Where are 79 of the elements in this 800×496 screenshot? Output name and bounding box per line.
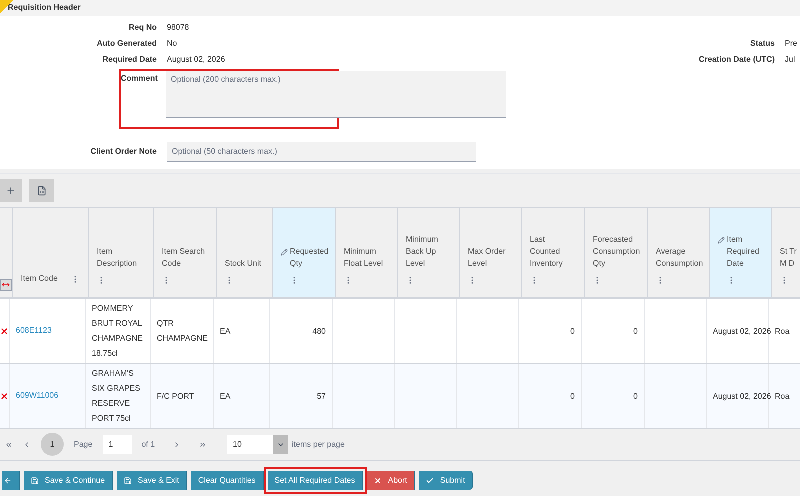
column-header[interactable]: Requested Qty <box>273 208 336 297</box>
field-value: 98078 <box>167 22 190 34</box>
page-count: of 1 <box>142 438 156 450</box>
item-code-link[interactable]: 608E1123 <box>16 325 52 337</box>
field-label: Status <box>750 38 775 50</box>
page-size-label: items per page <box>292 438 345 450</box>
plus-icon <box>6 186 16 196</box>
page-label: Page <box>74 438 93 450</box>
table-cell-text: EA <box>220 326 231 338</box>
column-header[interactable]: Item Required Date <box>710 208 772 297</box>
field-label: Client Order Note <box>90 146 157 158</box>
field-label: Comment <box>121 73 157 85</box>
client-order-note-field[interactable]: Optional (50 characters max.) <box>167 142 476 162</box>
previous-page-icon[interactable] <box>23 440 31 448</box>
resize-columns-button[interactable] <box>0 279 12 291</box>
back-arrow-icon <box>4 476 12 484</box>
first-page-icon[interactable] <box>5 440 13 448</box>
delete-row-icon[interactable] <box>0 326 9 336</box>
close-icon <box>374 476 382 484</box>
pencil-icon <box>281 249 288 256</box>
table-cell-text: Roa <box>775 326 790 338</box>
pencil-icon <box>718 237 725 244</box>
last-page-icon[interactable] <box>199 440 208 448</box>
table-cell-text: 0 <box>634 326 638 338</box>
field-value: Jul <box>785 54 796 66</box>
header-label: Minimum Float Level <box>344 246 384 270</box>
header-label: Item Code <box>21 273 58 285</box>
action-button[interactable]: Clear Quantities <box>191 471 264 490</box>
header-label: Minimum Back Up Level <box>406 234 440 270</box>
table-cell-text: August 02, 2026 <box>713 326 772 338</box>
header-label: St Tr M D <box>780 246 798 270</box>
table-cell-text: F/C PORT <box>157 390 194 402</box>
back-button[interactable] <box>2 471 20 490</box>
horizontal-arrows-icon <box>2 281 10 289</box>
delete-row-icon[interactable] <box>0 392 9 400</box>
table-cell-text: EA <box>220 390 231 402</box>
spreadsheet-file-icon <box>36 186 46 196</box>
table-cell-text: GRAHAM'S SIX GRAPES RESERVE PORT 75cl <box>92 368 142 425</box>
action-button[interactable]: Set All Required Dates <box>268 471 364 490</box>
field-label: Required Date <box>102 54 157 66</box>
save-button[interactable]: Save & Exit <box>117 471 188 490</box>
field-label: Req No <box>128 22 157 34</box>
field-value: No <box>167 38 178 50</box>
header-label: Item Description <box>97 246 138 270</box>
field-value: Pre <box>785 38 798 50</box>
save-icon <box>31 476 39 484</box>
header-label: Item Required Date <box>727 234 760 270</box>
header-label: Max Order Level <box>468 246 507 270</box>
table-cell-text: QTR CHAMPAGNE <box>157 318 208 345</box>
page-size-select[interactable]: 10 <box>227 435 288 454</box>
table-cell-text: 0 <box>634 390 638 402</box>
table-cell-text: 57 <box>317 390 326 402</box>
header-label: Requested Qty <box>290 246 329 270</box>
abort-button[interactable]: Abort <box>367 471 416 490</box>
check-icon <box>426 476 434 484</box>
field-label: Auto Generated <box>96 38 157 50</box>
header-label: Last Counted Inventory <box>530 234 564 270</box>
table-cell-text: 0 <box>570 390 575 402</box>
add-button[interactable] <box>0 179 22 202</box>
section-header: Requisition Header <box>0 0 800 16</box>
item-code-link[interactable]: 609W11006 <box>16 390 59 402</box>
field-label: Creation Date (UTC) <box>698 54 775 66</box>
save-icon <box>124 476 132 484</box>
current-page-button[interactable]: 1 <box>41 433 64 456</box>
field-value: August 02, 2026 <box>167 54 226 66</box>
header-label: Stock Unit <box>225 258 262 270</box>
table-cell-text: 480 <box>312 326 326 338</box>
table-cell-text: August 02, 2026 <box>713 390 772 403</box>
save-button[interactable]: Save & Continue <box>24 471 114 490</box>
header-label: Forecasted Consumption Qty <box>593 234 640 270</box>
submit-button[interactable]: Submit <box>419 471 474 490</box>
table-cell-text: Roa <box>775 390 790 402</box>
header-label: Average Consumption <box>656 246 704 270</box>
header-label: Item Search Code <box>162 246 206 270</box>
table-cell-text: POMMERY BRUT ROYAL CHAMPAGNE 18.75cl <box>92 303 144 360</box>
page-input[interactable]: 1 <box>102 435 132 454</box>
comment-field[interactable]: Optional (200 characters max.) <box>166 71 506 118</box>
excel-export-button[interactable] <box>29 179 54 202</box>
table-cell-text: 0 <box>570 326 575 338</box>
